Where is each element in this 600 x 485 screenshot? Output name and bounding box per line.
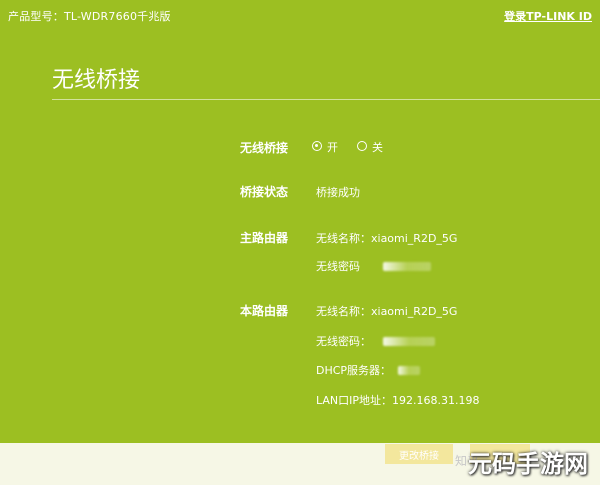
top-bar: 产品型号：TL-WDR7660千兆版 登录TP-LINK ID <box>0 0 600 30</box>
status-value: 桥接成功 <box>316 186 360 199</box>
lan-ip-address: LAN口IP地址：192.168.31.198 <box>316 394 480 407</box>
this-router-ssid: 无线名称：xiaomi_R2D_5G <box>316 305 458 318</box>
status-label: 桥接状态 <box>240 185 289 199</box>
product-model: 产品型号：TL-WDR7660千兆版 <box>8 10 171 23</box>
main-router-ssid: 无线名称：xiaomi_R2D_5G <box>316 232 458 245</box>
main-router-label: 主路由器 <box>240 231 289 245</box>
page-title: 无线桥接 <box>52 68 141 93</box>
dhcp-server-value-redacted <box>398 366 420 375</box>
this-router-password-redacted <box>383 337 435 346</box>
change-bridge-button[interactable]: 更改桥接 <box>385 444 453 464</box>
bridge-label: 无线桥接 <box>240 141 289 155</box>
dhcp-server-label: DHCP服务器： <box>316 364 392 377</box>
bridge-on-radio[interactable] <box>312 141 322 151</box>
tplink-id-login-link[interactable]: 登录TP-LINK ID <box>504 8 592 24</box>
main-router-password-redacted <box>383 262 431 271</box>
this-router-password-label: 无线密码： <box>316 335 371 348</box>
this-router-label: 本路由器 <box>240 304 289 318</box>
bridge-off-label[interactable]: 关 <box>372 139 383 155</box>
main-router-password-label: 无线密码 <box>316 260 360 273</box>
title-divider <box>52 99 600 100</box>
bridge-off-radio[interactable] <box>357 141 367 151</box>
bridge-on-label[interactable]: 开 <box>327 139 338 155</box>
site-watermark: 元码手游网 <box>468 450 588 478</box>
